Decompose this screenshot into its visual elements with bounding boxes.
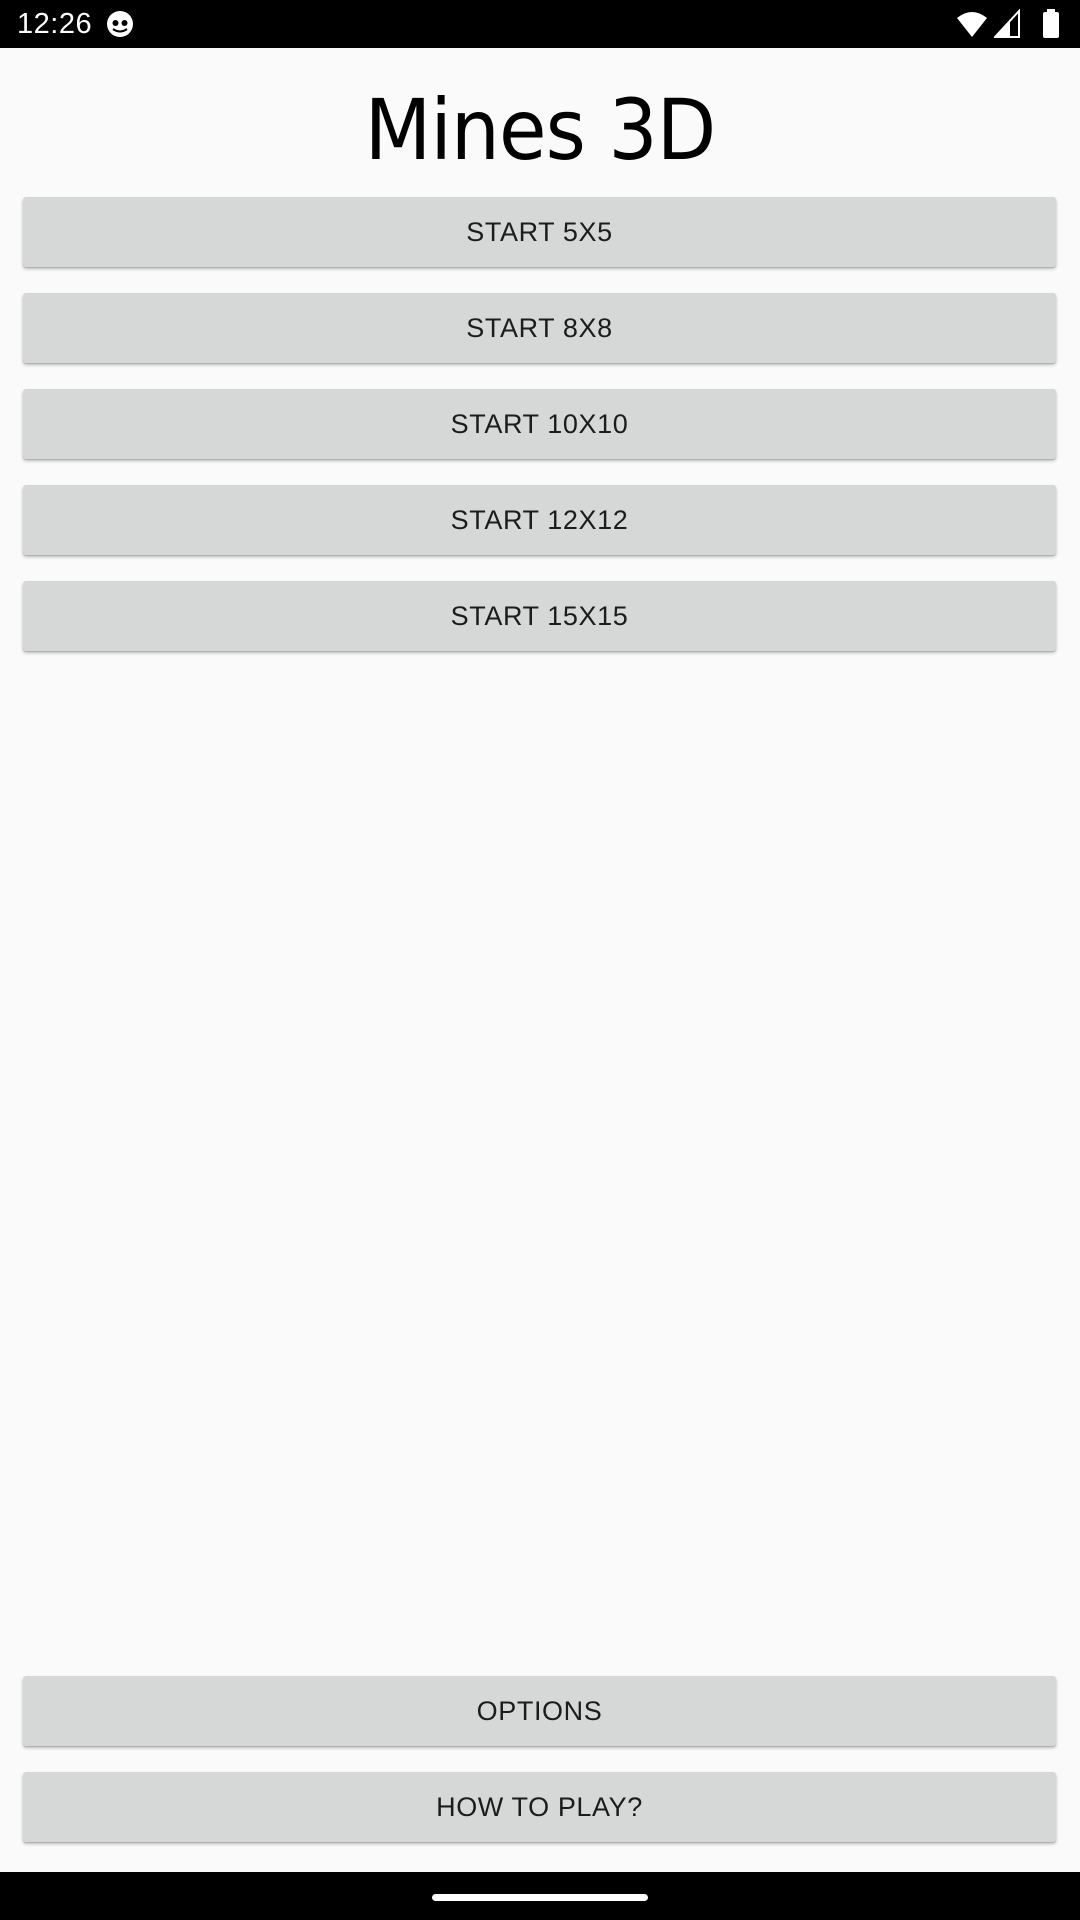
home-gesture-handle[interactable] xyxy=(432,1894,648,1901)
app-title: Mines 3D xyxy=(364,81,717,179)
start-15x15-button[interactable]: START 15X15 xyxy=(23,581,1056,651)
navigation-bar xyxy=(0,1872,1080,1920)
options-button[interactable]: OPTIONS xyxy=(23,1676,1056,1746)
signal-icon xyxy=(994,9,1020,38)
start-8x8-button[interactable]: START 8X8 xyxy=(23,293,1056,363)
battery-icon xyxy=(1043,9,1059,38)
status-time: 12:26 xyxy=(17,8,93,40)
start-12x12-button[interactable]: START 12X12 xyxy=(23,485,1056,555)
start-5x5-button[interactable]: START 5X5 xyxy=(23,197,1056,267)
start-10x10-button[interactable]: START 10X10 xyxy=(23,389,1056,459)
app-notification-icon xyxy=(106,10,134,38)
status-bar: 12:26 xyxy=(0,0,1080,48)
wifi-icon xyxy=(957,12,987,37)
how-to-play-button[interactable]: HOW TO PLAY? xyxy=(23,1772,1056,1842)
